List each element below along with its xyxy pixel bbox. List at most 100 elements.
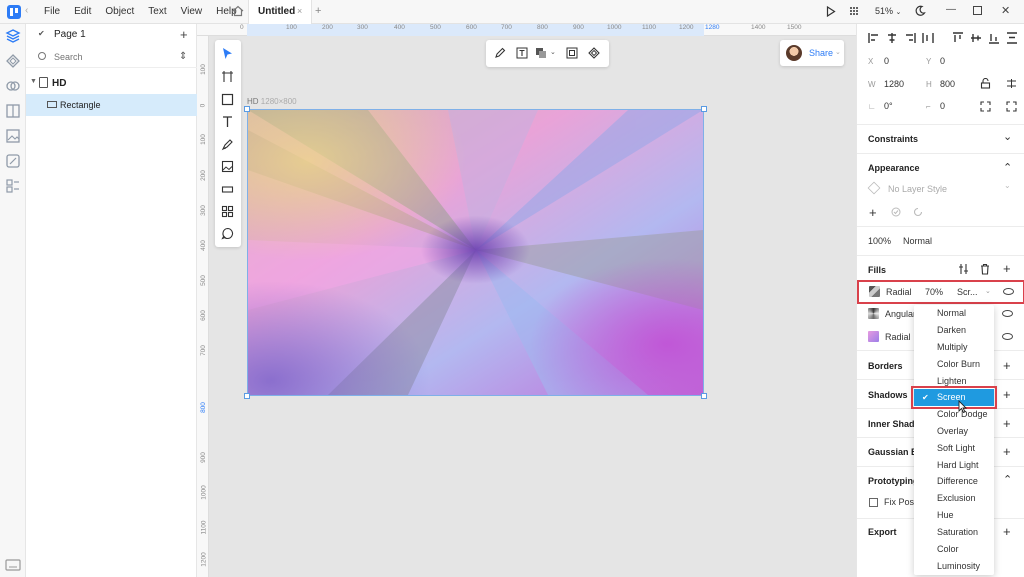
fix-position-checkbox[interactable]: [869, 498, 878, 507]
collapse-all-icon[interactable]: ⇕: [179, 51, 187, 62]
chevron-up-icon[interactable]: ⌃: [1003, 161, 1012, 174]
components-icon[interactable]: [5, 53, 21, 69]
angular-gradient-swatch-icon[interactable]: [868, 308, 879, 319]
select-tool-icon[interactable]: [221, 47, 234, 60]
align-left-icon[interactable]: [868, 32, 880, 44]
more-options-icon[interactable]: [1006, 78, 1017, 89]
add-tab-icon[interactable]: +: [315, 5, 321, 17]
fill-blend-select[interactable]: Scr...: [957, 287, 978, 297]
add-inner-shadow-icon[interactable]: +: [1003, 416, 1011, 431]
close-icon[interactable]: ×: [297, 6, 302, 16]
blend-option-multiply[interactable]: Multiply: [914, 339, 994, 356]
resize-handle[interactable]: [701, 393, 707, 399]
image-icon[interactable]: [5, 128, 21, 144]
window-close-icon[interactable]: ✕: [1001, 4, 1010, 17]
resize-handle[interactable]: [701, 106, 707, 112]
maximize-icon[interactable]: [973, 6, 982, 15]
apply-style-icon[interactable]: [891, 207, 901, 217]
radial-gradient-swatch-icon[interactable]: [868, 331, 879, 342]
radial-gradient-swatch-icon[interactable]: [869, 286, 880, 297]
add-export-icon[interactable]: +: [1003, 524, 1011, 539]
styles-icon[interactable]: [5, 78, 21, 94]
chevron-up-icon[interactable]: ⌃: [1003, 473, 1012, 486]
zoom-select[interactable]: 51% ⌄: [875, 6, 901, 16]
dark-mode-icon[interactable]: [914, 5, 926, 17]
layer-style-select[interactable]: No Layer Style: [888, 184, 947, 194]
opacity-input[interactable]: 100%: [868, 236, 891, 246]
resize-handle[interactable]: [244, 393, 250, 399]
share-button[interactable]: Share ⌄: [780, 40, 844, 66]
layer-item-hd[interactable]: ▼ HD: [26, 74, 197, 92]
corner-radius-icon[interactable]: [980, 101, 991, 112]
blend-option-color-burn[interactable]: Color Burn: [914, 356, 994, 373]
blend-option-hue[interactable]: Hue: [914, 507, 994, 524]
eye-icon[interactable]: [1002, 333, 1013, 340]
menu-view[interactable]: View: [181, 6, 203, 17]
constraints-title[interactable]: Constraints: [868, 134, 918, 144]
add-shadow-icon[interactable]: +: [1003, 387, 1011, 402]
home-icon[interactable]: [231, 4, 245, 18]
image-tool-icon[interactable]: [221, 160, 234, 173]
blend-option-saturation[interactable]: Saturation: [914, 524, 994, 541]
blend-option-hard-light[interactable]: Hard Light: [914, 457, 994, 474]
component-tool-icon[interactable]: [221, 205, 234, 218]
grid-icon[interactable]: [849, 6, 859, 16]
blend-mode-select[interactable]: Normal: [903, 236, 932, 246]
add-style-icon[interactable]: +: [869, 205, 877, 220]
canvas[interactable]: 0 100 200 300 400 500 600 700 800 900 10…: [197, 24, 856, 577]
back-icon[interactable]: ‹: [25, 5, 28, 16]
menu-edit[interactable]: Edit: [74, 6, 91, 17]
blend-option-normal[interactable]: Normal: [914, 305, 994, 322]
rectangle-tool-icon[interactable]: [221, 93, 234, 106]
assets-icon[interactable]: [5, 103, 21, 119]
distribute-vertical-icon[interactable]: [1006, 32, 1018, 44]
layers-icon[interactable]: [5, 28, 21, 44]
align-top-icon[interactable]: [952, 32, 964, 44]
eye-icon[interactable]: [1002, 310, 1013, 317]
text-tool-icon[interactable]: [221, 115, 234, 128]
add-page-icon[interactable]: +: [180, 27, 188, 42]
fill-opacity-input[interactable]: 70%: [925, 287, 943, 297]
resize-handle[interactable]: [244, 106, 250, 112]
prototype-icon[interactable]: [5, 178, 21, 194]
app-logo-icon[interactable]: [7, 5, 21, 19]
y-input[interactable]: 0: [940, 56, 945, 66]
page-selector[interactable]: ✔ Page 1 +: [26, 24, 197, 46]
blend-option-soft-light[interactable]: Soft Light: [914, 440, 994, 457]
frame-tool-icon[interactable]: [221, 70, 234, 83]
plugin-icon[interactable]: [5, 153, 21, 169]
tab-untitled[interactable]: Untitled ×: [248, 0, 312, 24]
search-input[interactable]: [54, 52, 164, 62]
avatar[interactable]: [786, 45, 802, 61]
eye-icon[interactable]: [1003, 288, 1014, 295]
align-right-icon[interactable]: [904, 32, 916, 44]
expand-icon[interactable]: ▼: [30, 78, 37, 85]
align-middle-icon[interactable]: [970, 32, 982, 44]
menu-text[interactable]: Text: [148, 6, 166, 17]
lock-ratio-icon[interactable]: [980, 78, 991, 89]
chevron-down-icon[interactable]: ⌄: [1003, 130, 1012, 143]
create-component-icon[interactable]: [588, 47, 600, 59]
align-bottom-icon[interactable]: [988, 32, 1000, 44]
artboard-title[interactable]: HD 1280×800: [247, 97, 297, 106]
height-input[interactable]: 800: [940, 79, 955, 89]
menu-object[interactable]: Object: [105, 6, 134, 17]
blend-option-difference[interactable]: Difference: [914, 473, 994, 490]
gradient-rectangle[interactable]: [244, 106, 707, 399]
appearance-title[interactable]: Appearance: [868, 163, 920, 173]
container-tool-icon[interactable]: [221, 183, 234, 196]
edit-pen-icon[interactable]: [494, 47, 506, 59]
menu-file[interactable]: File: [44, 6, 60, 17]
align-center-icon[interactable]: [886, 32, 898, 44]
reset-style-icon[interactable]: [913, 207, 923, 217]
width-input[interactable]: 1280: [884, 79, 904, 89]
radius-input[interactable]: 0: [940, 101, 945, 111]
blend-option-overlay[interactable]: Overlay: [914, 423, 994, 440]
keyboard-icon[interactable]: [5, 559, 21, 571]
crop-icon[interactable]: [566, 47, 578, 59]
fill-row-radial-1[interactable]: Radial 70% Scr... ⌄: [857, 280, 1024, 304]
blend-option-darken[interactable]: Darken: [914, 322, 994, 339]
fill-settings-icon[interactable]: [958, 263, 969, 275]
add-blur-icon[interactable]: +: [1003, 444, 1011, 459]
blend-option-luminosity[interactable]: Luminosity: [914, 558, 994, 575]
